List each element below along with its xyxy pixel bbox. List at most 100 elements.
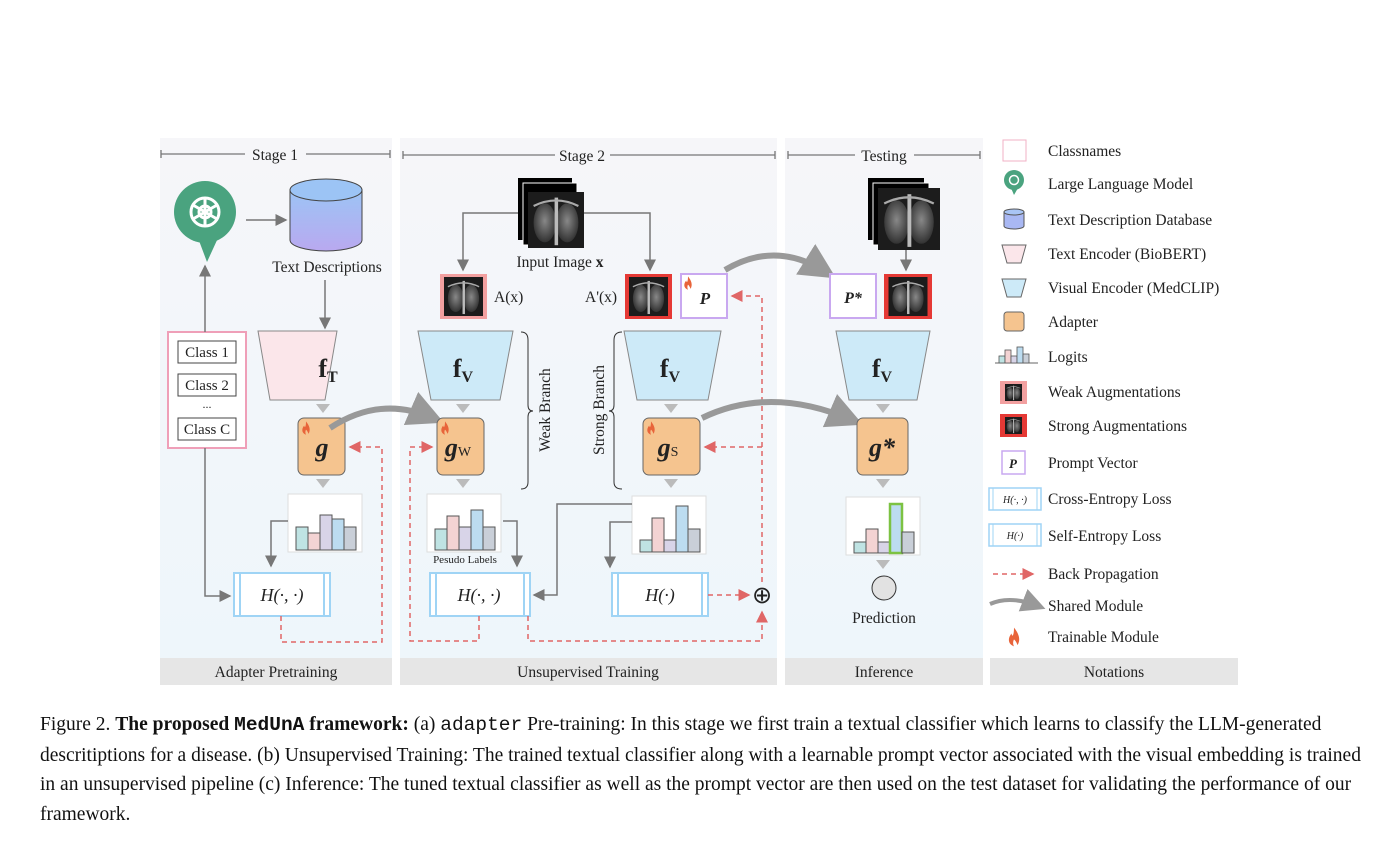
classnames-box-icon xyxy=(1002,139,1027,162)
panel-label-adapter-pretraining: Adapter Pretraining xyxy=(215,664,338,681)
legend-label: Self-Entropy Loss xyxy=(1048,528,1161,545)
logit-bar xyxy=(434,528,448,551)
input-image-label: Input Image x xyxy=(517,254,604,271)
weak-aug-label: A(x) xyxy=(494,289,523,306)
text-descriptions-label: Text Descriptions xyxy=(272,259,382,276)
xray-image xyxy=(443,277,484,316)
logit-bar xyxy=(446,515,460,551)
logit-bar xyxy=(663,539,677,553)
database-icon xyxy=(1003,208,1025,230)
logit-bar xyxy=(888,502,904,555)
prediction-node xyxy=(871,575,897,601)
visual-encoder-test xyxy=(835,330,931,401)
prompt-symbol: P xyxy=(1009,456,1018,471)
visual-encoder-icon xyxy=(1001,278,1027,298)
xray-image xyxy=(1004,417,1023,434)
legend-label: Visual Encoder (MedCLIP) xyxy=(1048,280,1219,297)
panel-label-inference: Inference xyxy=(855,664,914,681)
cross-entropy-symbol: H(·, ·) xyxy=(1002,495,1028,506)
logit-bar xyxy=(295,526,309,551)
class-item: Class C xyxy=(184,422,230,438)
loss-label: H(·, ·) xyxy=(260,585,304,606)
caption-title-end: framework: xyxy=(304,714,409,735)
logit-bar xyxy=(470,509,484,551)
input-image-stack xyxy=(518,178,584,250)
caption-text: (a) xyxy=(408,714,441,735)
logit-bar xyxy=(319,514,333,551)
legend-label: Text Encoder (BioBERT) xyxy=(1048,246,1206,263)
logit-bar xyxy=(651,517,665,553)
logit-bar xyxy=(639,539,653,553)
xray-image xyxy=(628,277,669,316)
legend-label: Weak Augmentations xyxy=(1048,384,1181,401)
fire-icon xyxy=(1008,627,1020,647)
prediction-label: Prediction xyxy=(852,610,916,627)
sum-operator: ⊕ xyxy=(752,583,772,609)
logits-chart-weak xyxy=(426,493,502,553)
logit-bar xyxy=(901,531,915,554)
curved-arrow-icon xyxy=(989,588,1046,612)
legend-label: Classnames xyxy=(1048,143,1121,160)
legend-label: Logits xyxy=(1048,349,1088,366)
legend-label: Cross-Entropy Loss xyxy=(1048,491,1172,508)
loss-label: H(·, ·) xyxy=(457,585,501,606)
pseudo-labels-label: Pesudo Labels xyxy=(433,554,497,566)
strong-branch-label: Strong Branch xyxy=(591,365,608,455)
weak-branch-label: Weak Branch xyxy=(537,368,554,452)
legend-label: Adapter xyxy=(1048,314,1099,331)
legend-label: Prompt Vector xyxy=(1048,455,1139,472)
panel-label-notations: Notations xyxy=(1084,664,1144,681)
logit-bar xyxy=(687,528,701,553)
logit-bar xyxy=(877,541,891,554)
legend-label: Strong Augmentations xyxy=(1048,418,1187,435)
testing-label: Testing xyxy=(861,148,907,165)
caption-title: The proposed xyxy=(115,714,235,735)
visual-encoder-strong xyxy=(623,330,722,401)
text-encoder-icon xyxy=(1001,244,1027,264)
stage-2-label: Stage 2 xyxy=(559,148,605,165)
class-item: Class 2 xyxy=(185,378,229,394)
visual-encoder-weak xyxy=(417,330,514,401)
logit-bar xyxy=(853,541,867,554)
caption-code: adapter xyxy=(440,714,523,736)
logits-chart-strong xyxy=(631,495,707,555)
test-image-stack xyxy=(868,178,940,250)
logit-bar xyxy=(343,526,357,551)
logit-bar xyxy=(458,526,472,551)
legend: P H(·, ·) H(·) xyxy=(988,139,1046,647)
class-list: Class 1 Class 2 ... Class C xyxy=(177,340,237,441)
legend-label: Trainable Module xyxy=(1048,629,1159,646)
figure-number: Figure 2. xyxy=(40,714,116,735)
logits-chart-test xyxy=(845,496,921,556)
logit-bar xyxy=(307,532,321,551)
method-name: MedUnA xyxy=(234,714,305,736)
llm-icon xyxy=(1004,170,1024,195)
logit-bar xyxy=(482,526,496,551)
class-ellipsis: ... xyxy=(203,397,212,411)
xray-image xyxy=(1004,384,1023,401)
logit-bar xyxy=(865,528,879,554)
adapter-icon xyxy=(1003,311,1025,332)
panel-label-unsupervised-training: Unsupervised Training xyxy=(517,664,659,681)
logits-chart xyxy=(287,493,363,553)
legend-label: Back Propagation xyxy=(1048,566,1159,583)
adapter-g-label: g xyxy=(315,433,329,462)
stage-1-label: Stage 1 xyxy=(252,147,298,164)
tuned-prompt-label: P* xyxy=(843,290,863,307)
legend-labels: Classnames Large Language Model Text Descr… xyxy=(1048,143,1219,646)
text-description-database-icon xyxy=(289,178,363,252)
class-item: Class 1 xyxy=(185,345,229,361)
strong-aug-label: A'(x) xyxy=(585,289,617,306)
logits-icon xyxy=(995,346,1038,364)
logit-bar xyxy=(331,518,345,551)
logit-bar xyxy=(675,505,689,553)
legend-label: Large Language Model xyxy=(1048,176,1193,193)
prompt-vector-label: P xyxy=(699,289,711,308)
loss-label: H(·) xyxy=(644,585,675,606)
figure-caption: Figure 2. The proposed MedUnA framework:… xyxy=(40,710,1370,830)
self-entropy-symbol: H(·) xyxy=(1006,531,1024,542)
xray-image xyxy=(887,277,929,316)
legend-label: Text Description Database xyxy=(1048,212,1212,229)
legend-label: Shared Module xyxy=(1048,598,1143,615)
tuned-adapter-label: g* xyxy=(868,433,896,462)
